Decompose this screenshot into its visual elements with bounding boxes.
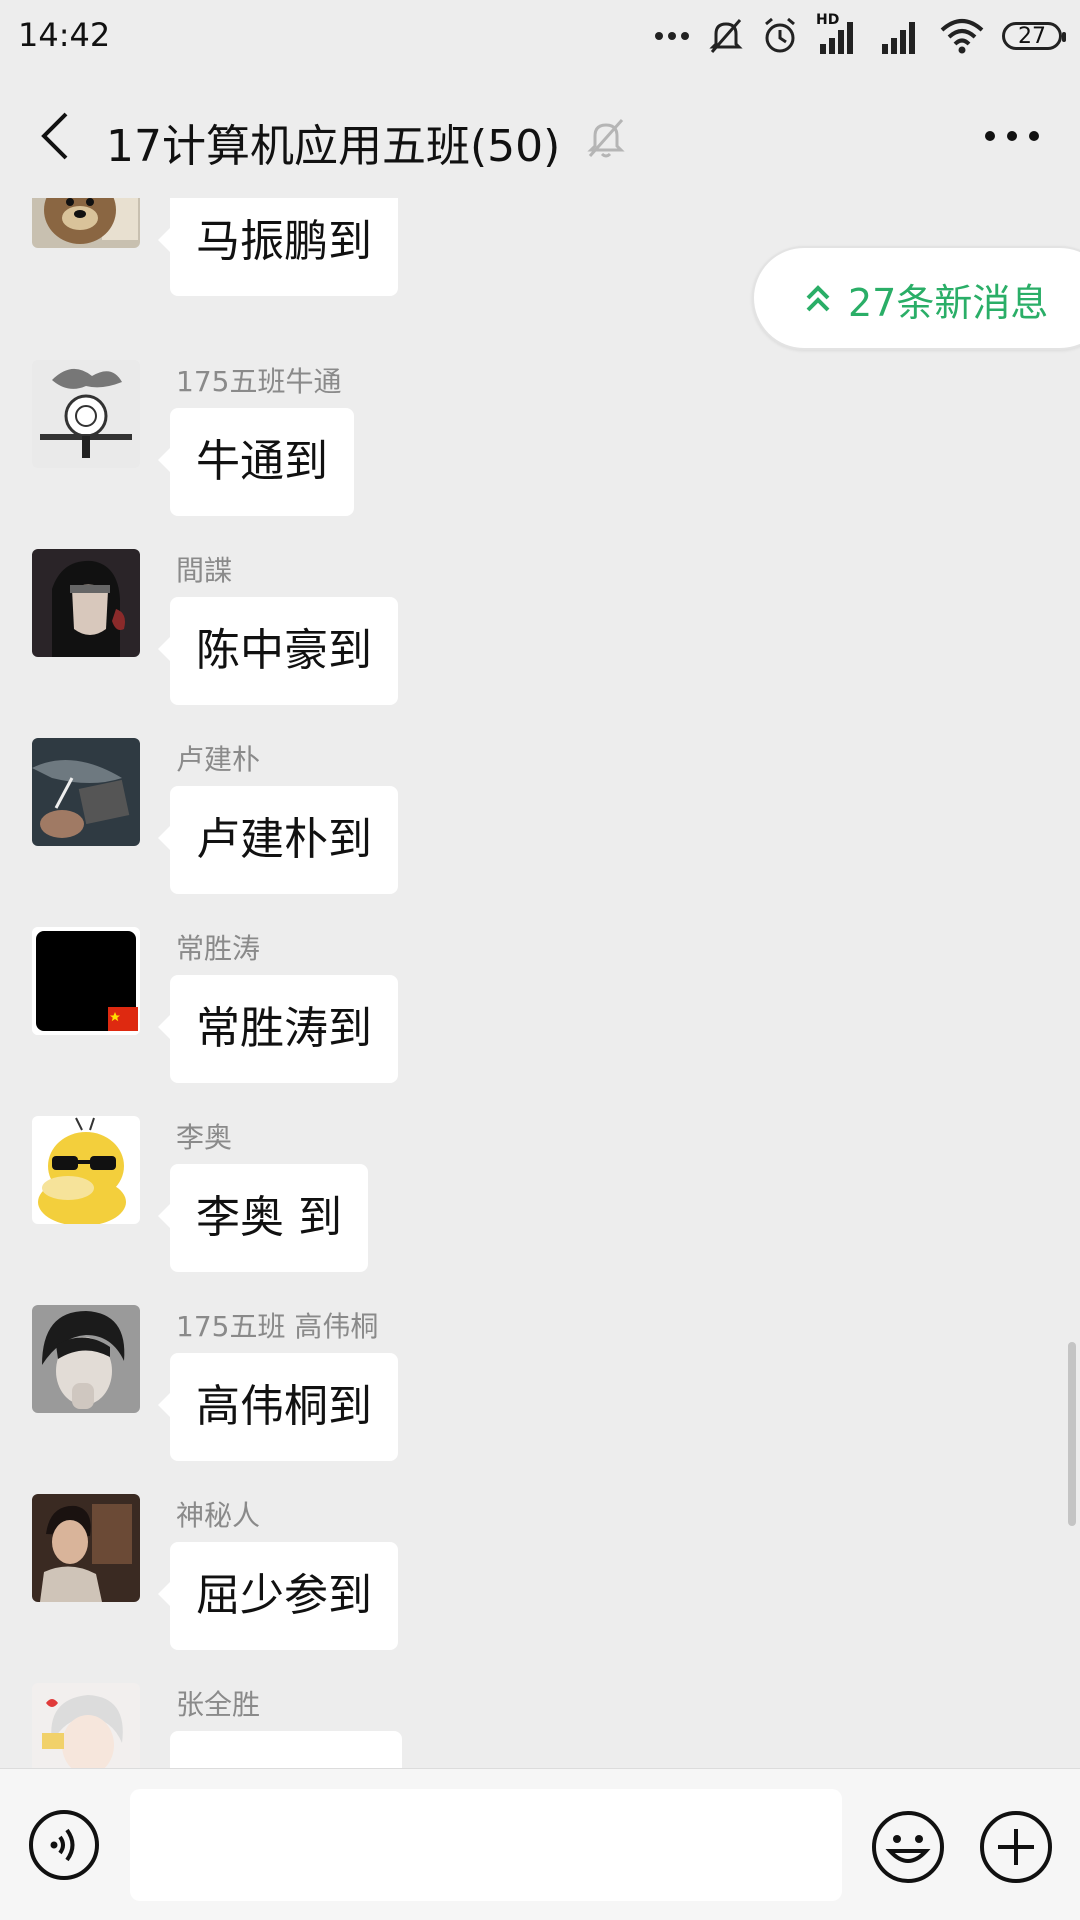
sender-name: 間諜 — [176, 554, 233, 587]
message-item: 175五班牛通 牛通到 — [0, 360, 1080, 549]
more-dots-icon[interactable] — [982, 124, 1042, 148]
chat-header: 17计算机应用五班(50) — [0, 72, 1080, 198]
scrollbar[interactable] — [1068, 1342, 1076, 1526]
emoji-icon[interactable] — [870, 1809, 946, 1885]
message-input[interactable] — [130, 1789, 842, 1901]
chat-title: 17计算机应用五班(50) — [106, 121, 561, 172]
message-bubble[interactable]: 卢建朴到 — [158, 786, 398, 894]
sender-name: 卢建朴 — [176, 743, 261, 776]
message-bubble[interactable]: 陈中豪到 — [158, 597, 398, 705]
message-item: 李奥 李奥 到 — [0, 1116, 1080, 1305]
silent-bell-icon — [709, 19, 743, 53]
avatar[interactable] — [32, 1116, 140, 1224]
avatar[interactable] — [32, 1305, 140, 1413]
sender-name: 神秘人 — [176, 1499, 261, 1532]
message-bubble[interactable]: 高伟桐到 — [158, 1353, 398, 1461]
more-notifications-icon — [655, 32, 689, 40]
back-arrow-icon[interactable] — [32, 108, 80, 164]
status-time: 14:42 — [18, 16, 111, 54]
sender-name: 常胜涛 — [176, 932, 261, 965]
avatar[interactable] — [32, 1494, 140, 1602]
message-item: 神秘人 屈少参到 — [0, 1494, 1080, 1683]
sender-name: 175五班牛通 — [176, 365, 342, 398]
wifi-icon — [940, 19, 984, 54]
message-item: 张全胜 — [0, 1683, 1080, 1768]
message-bubble[interactable] — [170, 1731, 402, 1768]
message-bubble[interactable]: 马振鹏到 — [158, 198, 398, 296]
chat-screen: 14:42 HD 27 17计算机应用五班(50) 马振鹏到 175五班牛通 牛… — [0, 0, 1080, 1920]
message-bubble[interactable]: 屈少参到 — [158, 1542, 398, 1650]
double-chevron-up-icon — [806, 285, 830, 312]
battery-level: 27 — [1018, 23, 1046, 49]
sender-name: 175五班 高伟桐 — [176, 1310, 379, 1343]
bell-off-icon — [587, 119, 625, 158]
input-bar — [0, 1768, 1080, 1920]
message-item: 卢建朴 卢建朴到 — [0, 738, 1080, 927]
message-bubble[interactable]: 李奥 到 — [158, 1164, 368, 1272]
message-list[interactable]: 马振鹏到 175五班牛通 牛通到 間諜 陈中豪到 卢建朴 卢建朴到 常胜涛 常胜… — [0, 198, 1080, 1768]
message-bubble[interactable]: 常胜涛到 — [158, 975, 398, 1083]
avatar[interactable] — [32, 360, 140, 468]
sender-name: 李奥 — [176, 1121, 233, 1154]
status-bar: 14:42 HD 27 — [0, 0, 1080, 72]
sender-name: 张全胜 — [176, 1688, 261, 1721]
message-bubble[interactable]: 牛通到 — [158, 408, 354, 516]
avatar[interactable] — [32, 927, 140, 1035]
voice-icon[interactable] — [28, 1809, 100, 1881]
avatar[interactable] — [32, 549, 140, 657]
message-item: 間諜 陈中豪到 — [0, 549, 1080, 738]
message-item: 常胜涛 常胜涛到 — [0, 927, 1080, 1116]
signal-icon — [882, 22, 915, 54]
new-messages-label: 27条新消息 — [848, 281, 1049, 325]
message-item: 175五班 高伟桐 高伟桐到 — [0, 1305, 1080, 1494]
avatar[interactable] — [32, 1683, 140, 1768]
hd-signal-icon: HD — [816, 12, 860, 56]
avatar[interactable] — [32, 198, 140, 248]
status-icons: HD 27 — [654, 12, 1066, 58]
avatar[interactable] — [32, 738, 140, 846]
battery-icon: 27 — [1002, 22, 1066, 50]
new-messages-button[interactable]: 27条新消息 — [752, 246, 1080, 350]
plus-icon[interactable] — [978, 1809, 1054, 1885]
alarm-icon — [765, 17, 795, 53]
